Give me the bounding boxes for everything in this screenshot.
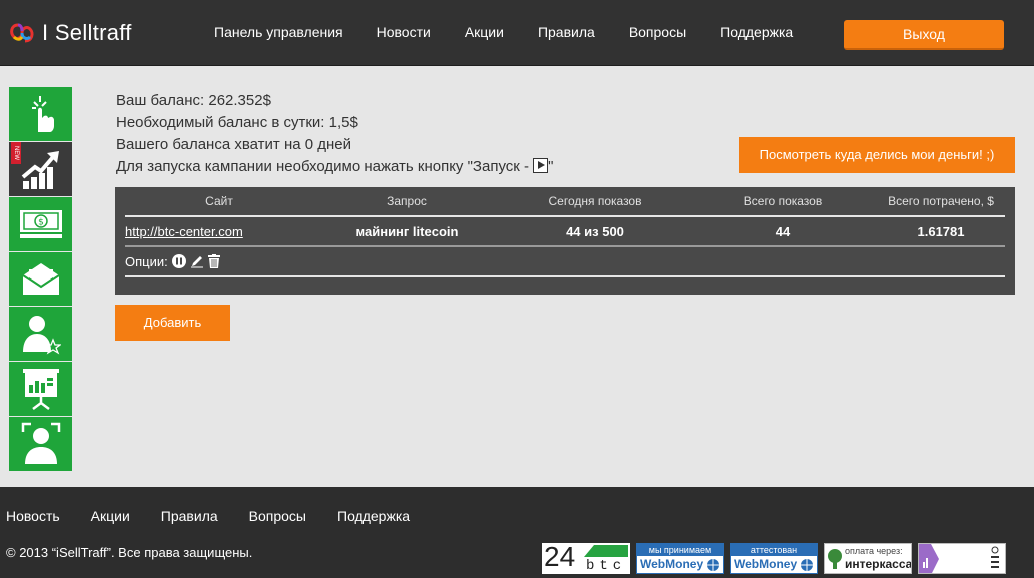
payment-badges: 24 btc мы принимаем WebMoney аттестован … [542,543,1012,574]
top-header: I Selltraff Панель управления Новости Ак… [0,0,1034,66]
logo-mark-icon [8,21,36,45]
column-header-query: Запрос [387,194,427,208]
logo[interactable]: I Selltraff [8,20,132,46]
total-views-cell: 44 [775,223,791,239]
delete-icon[interactable] [207,254,220,268]
mail-icon [21,263,60,295]
today-views-cell: 44 из 500 [566,223,624,239]
money-icon: $ [19,210,62,238]
sidebar-item-user-star[interactable] [9,307,72,362]
growth-chart-icon [21,151,59,189]
user-focus-icon [21,422,60,464]
footer-link-promotions[interactable]: Акции [91,508,130,524]
footer-link-rules[interactable]: Правила [161,508,218,524]
launch-hint: Для запуска кампании необходимо нажать к… [116,158,554,175]
footer-link-faq[interactable]: Вопросы [249,508,306,524]
logo-text: I Selltraff [42,20,132,45]
where-money-button[interactable]: Посмотреть куда делись мои деньги! ;) [739,137,1015,173]
campaigns-panel: Сайт Запрос Сегодня показов Всего показо… [115,187,1015,295]
query-cell: майнинг litecoin [355,223,459,239]
eye-icon [991,546,999,568]
column-header-total-views: Всего показов [743,194,823,208]
user-star-icon [22,316,61,355]
copyright: © 2013 “iSellTraff”. Все права защищены. [6,545,253,560]
sidebar-item-touch[interactable] [9,87,72,142]
campaigns-table: Сайт Запрос Сегодня показов Всего показо… [125,187,1005,277]
total-spent-cell: 1.61781 [917,223,965,239]
sidebar-item-growth[interactable]: NEW [9,142,72,197]
sidebar-item-presentation[interactable] [9,362,72,417]
footer-nav: Новость Акции Правила Вопросы Поддержка [6,508,441,524]
new-badge: NEW [11,142,21,164]
balance-days-text: Вашего баланса хватит на 0 дней [116,136,352,153]
logout-button[interactable]: Выход [844,20,1004,50]
footer-link-support[interactable]: Поддержка [337,508,410,524]
nav-item-promotions[interactable]: Акции [465,24,504,40]
table-row: http://btc-center.com майнинг litecoin 4… [125,217,1005,247]
stats-badge[interactable] [918,543,1006,574]
btc-badge[interactable]: 24 btc [542,543,630,574]
webmoney-attested-badge[interactable]: аттестован WebMoney [730,543,818,574]
daily-balance-text: Необходимый баланс в сутки: 1,5$ [116,114,358,131]
nav-item-dashboard[interactable]: Панель управления [214,24,343,40]
btc-flag-icon [584,545,628,557]
options-label: Опции: [125,253,168,269]
sidebar-item-user-focus[interactable] [9,417,72,472]
presentation-icon [22,369,59,410]
stats-chart-icon [919,544,939,573]
sidebar-item-mail[interactable] [9,252,72,307]
webmoney-globe-icon [801,559,813,571]
nav-item-support[interactable]: Поддержка [720,24,793,40]
pause-icon[interactable] [171,254,186,268]
svg-text:$: $ [38,218,44,228]
webmoney-globe-icon [707,559,719,571]
main-nav: Панель управления Новости Акции Правила … [214,24,827,40]
footer-link-news[interactable]: Новость [6,508,60,524]
column-header-today-views: Сегодня показов [548,194,642,208]
webmoney-accept-badge[interactable]: мы принимаем WebMoney [636,543,724,574]
nav-item-faq[interactable]: Вопросы [629,24,686,40]
footer: Новость Акции Правила Вопросы Поддержка … [0,487,1034,578]
sidebar-item-money[interactable]: $ [9,197,72,252]
balance-text: Ваш баланс: 262.352$ [116,92,271,109]
column-header-site: Сайт [205,194,233,208]
touch-hand-icon [31,96,54,132]
interkassa-badge[interactable]: оплата через: интеркасса [824,543,912,574]
interkassa-logo-icon [828,549,842,569]
balance-info: Ваш баланс: 262.352$ Необходимый баланс … [116,90,554,178]
edit-icon[interactable] [190,254,204,268]
column-header-total-spent: Всего потрачено, $ [888,194,994,208]
nav-item-news[interactable]: Новости [377,24,431,40]
play-icon [533,158,549,173]
sidebar: NEW $ [9,87,72,472]
nav-item-rules[interactable]: Правила [538,24,595,40]
add-button[interactable]: Добавить [115,305,230,341]
options-row: Опции: [125,247,1005,277]
table-header: Сайт Запрос Сегодня показов Всего показо… [125,187,1005,217]
site-link[interactable]: http://btc-center.com [125,224,313,239]
